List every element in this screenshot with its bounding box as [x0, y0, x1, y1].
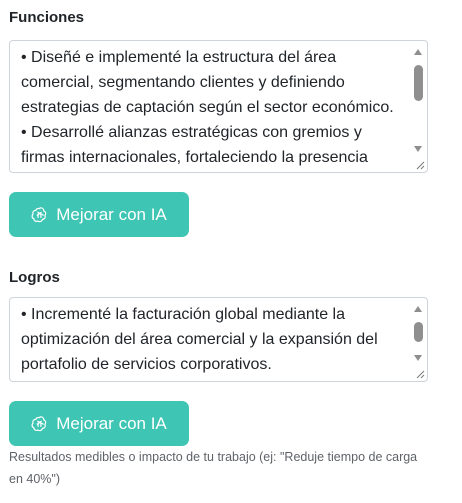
- openai-icon: [31, 207, 47, 223]
- funciones-section: Funciones • Diseñé e implementé la estru…: [9, 9, 429, 249]
- logros-button-label: Mejorar con IA: [56, 413, 167, 433]
- scroll-down-arrow-icon[interactable]: [414, 355, 422, 361]
- openai-icon: [31, 416, 47, 432]
- scroll-up-arrow-icon[interactable]: [414, 306, 422, 312]
- logros-scrollbar[interactable]: [412, 300, 425, 367]
- resize-handle-icon[interactable]: [415, 369, 425, 379]
- funciones-scrollbar[interactable]: [412, 43, 425, 158]
- logros-text[interactable]: • Incrementé la facturación global media…: [21, 302, 401, 377]
- logros-hint-text: Resultados medibles o impacto de tu trab…: [9, 450, 418, 486]
- scroll-thumb[interactable]: [414, 65, 423, 101]
- scroll-up-arrow-icon[interactable]: [414, 49, 422, 55]
- funciones-button-label: Mejorar con IA: [56, 204, 167, 224]
- funciones-label: Funciones: [9, 9, 85, 26]
- logros-label: Logros: [9, 269, 60, 286]
- logros-improve-button[interactable]: Mejorar con IA: [9, 401, 189, 446]
- resize-handle-icon[interactable]: [415, 160, 425, 170]
- funciones-text[interactable]: • Diseñé e implementé la estructura del …: [21, 45, 401, 170]
- scroll-down-arrow-icon[interactable]: [414, 146, 422, 152]
- funciones-textarea[interactable]: • Diseñé e implementé la estructura del …: [9, 40, 428, 173]
- funciones-improve-button[interactable]: Mejorar con IA: [9, 192, 189, 237]
- logros-section: Logros • Incrementé la facturación globa…: [9, 269, 429, 449]
- logros-textarea[interactable]: • Incrementé la facturación global media…: [9, 297, 428, 382]
- scroll-thumb[interactable]: [414, 322, 423, 342]
